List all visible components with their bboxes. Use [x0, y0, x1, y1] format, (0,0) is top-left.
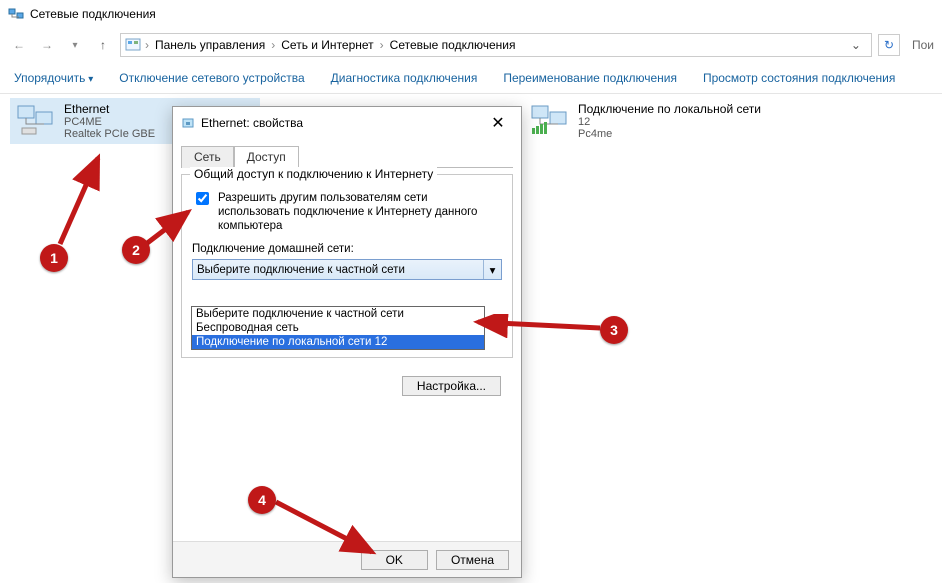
rename-cmd[interactable]: Переименование подключения [503, 71, 677, 85]
address-dropdown[interactable]: ⌄ [845, 38, 867, 52]
diagnose-cmd[interactable]: Диагностика подключения [331, 71, 478, 85]
control-panel-icon [125, 37, 141, 53]
nic-icon [181, 116, 195, 130]
up-button[interactable]: ↑ [92, 34, 114, 56]
home-connection-dropdown[interactable]: Выберите подключение к частной сети Бесп… [191, 306, 485, 350]
breadcrumb-sep: › [380, 38, 384, 52]
recent-dropdown[interactable]: ▾ [64, 34, 86, 56]
status-cmd[interactable]: Просмотр состояния подключения [703, 71, 895, 85]
command-bar: Упорядочить Отключение сетевого устройст… [0, 62, 942, 94]
annotation-marker-3: 3 [600, 316, 628, 344]
dialog-titlebar: Ethernet: свойства ✕ [173, 107, 521, 139]
breadcrumb-2[interactable]: Сеть и Интернет [279, 36, 375, 54]
connection-line3: Pc4me [578, 128, 761, 140]
connection-lan[interactable]: Подключение по локальной сети 12 Pc4me [524, 98, 774, 144]
breadcrumb-1[interactable]: Панель управления [153, 36, 267, 54]
forward-button[interactable]: → [36, 34, 58, 56]
home-connection-combo[interactable]: Выберите подключение к частной сети ▾ [192, 259, 502, 280]
group-title: Общий доступ к подключению к Интернету [190, 167, 437, 181]
address-bar[interactable]: › Панель управления › Сеть и Интернет › … [120, 33, 872, 57]
breadcrumb-sep: › [271, 38, 275, 52]
allow-sharing-checkbox[interactable] [196, 192, 209, 205]
chevron-down-icon: ▾ [483, 260, 501, 279]
combo-option[interactable]: Выберите подключение к частной сети [192, 307, 484, 321]
explorer-titlebar: Сетевые подключения [0, 0, 942, 28]
close-button[interactable]: ✕ [483, 111, 513, 135]
dialog-footer: OK Отмена [173, 541, 521, 577]
allow-sharing-row: Разрешить другим пользователям сети испо… [192, 191, 502, 233]
settings-button[interactable]: Настройка... [402, 376, 501, 396]
allow-sharing-label: Разрешить другим пользователям сети испо… [218, 191, 502, 233]
network-connections-icon [8, 6, 24, 22]
organize-menu[interactable]: Упорядочить [14, 71, 93, 85]
tab-sharing[interactable]: Доступ [234, 146, 299, 168]
home-connection-label: Подключение домашней сети: [192, 243, 502, 255]
dialog-title: Ethernet: свойства [201, 116, 303, 130]
breadcrumb-sep: › [145, 38, 149, 52]
connection-name: Ethernet [64, 102, 155, 116]
combo-option[interactable]: Беспроводная сеть [192, 321, 484, 335]
connection-line3: Realtek PCIe GBE [64, 128, 155, 140]
annotation-marker-1: 1 [40, 244, 68, 272]
cancel-button[interactable]: Отмена [436, 550, 509, 570]
combo-option-highlighted[interactable]: Подключение по локальной сети 12 [192, 335, 484, 349]
address-bar-row: ← → ▾ ↑ › Панель управления › Сеть и Инт… [0, 28, 942, 62]
disable-device-cmd[interactable]: Отключение сетевого устройства [119, 71, 304, 85]
ethernet-adapter-icon [16, 102, 56, 138]
refresh-button[interactable]: ↻ [878, 34, 900, 56]
annotation-arrow-1 [48, 152, 118, 252]
tab-network[interactable]: Сеть [181, 146, 234, 168]
lan-adapter-icon [530, 102, 570, 138]
combo-selected-text: Выберите подключение к частной сети [197, 264, 405, 276]
breadcrumb-3[interactable]: Сетевые подключения [388, 36, 518, 54]
connection-line2: 12 [578, 116, 761, 128]
connection-line2: PC4ME [64, 116, 155, 128]
annotation-marker-4: 4 [248, 486, 276, 514]
connection-name: Подключение по локальной сети [578, 102, 761, 116]
back-button[interactable]: ← [8, 34, 30, 56]
tabstrip: Сеть Доступ [181, 145, 513, 168]
search-placeholder-truncated[interactable]: Пои [912, 38, 934, 52]
window-title: Сетевые подключения [30, 7, 156, 21]
ethernet-properties-dialog: Ethernet: свойства ✕ Сеть Доступ Общий д… [172, 106, 522, 578]
annotation-marker-2: 2 [122, 236, 150, 264]
ok-button[interactable]: OK [361, 550, 428, 570]
